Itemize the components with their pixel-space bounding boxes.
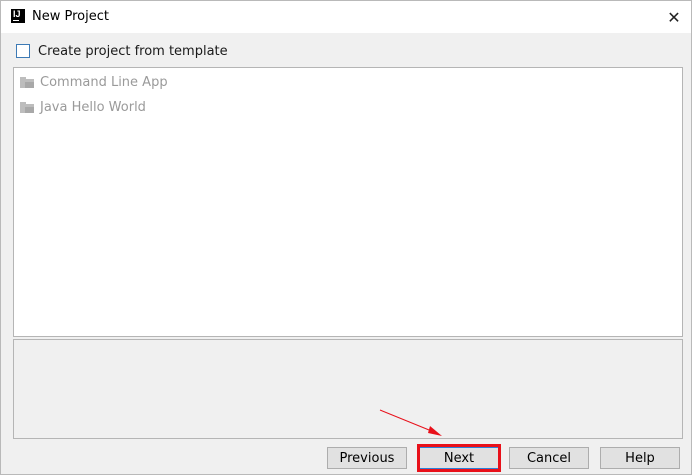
intellij-app-icon: IJ xyxy=(11,9,25,23)
close-icon: ✕ xyxy=(667,7,681,27)
title-bar: IJ New Project ✕ xyxy=(1,1,691,33)
app-icon-text: IJ xyxy=(13,9,21,19)
template-list[interactable]: Command Line App Java Hello World xyxy=(13,67,683,337)
folder-icon xyxy=(20,102,34,113)
close-button[interactable]: ✕ xyxy=(657,1,691,33)
template-item-label: Command Line App xyxy=(40,75,168,90)
template-item-command-line-app[interactable]: Command Line App xyxy=(14,70,682,95)
create-from-template-label[interactable]: Create project from template xyxy=(38,44,228,59)
create-from-template-checkbox[interactable] xyxy=(16,44,30,58)
template-description-panel xyxy=(13,339,683,439)
template-item-label: Java Hello World xyxy=(40,100,146,115)
create-from-template-row[interactable]: Create project from template xyxy=(16,42,228,60)
next-button-highlight xyxy=(417,444,501,472)
cancel-button[interactable]: Cancel xyxy=(509,447,589,469)
template-item-java-hello-world[interactable]: Java Hello World xyxy=(14,95,682,120)
folder-icon xyxy=(20,77,34,88)
dialog-title: New Project xyxy=(32,9,109,24)
previous-button[interactable]: Previous xyxy=(327,447,407,469)
help-button[interactable]: Help xyxy=(600,447,680,469)
